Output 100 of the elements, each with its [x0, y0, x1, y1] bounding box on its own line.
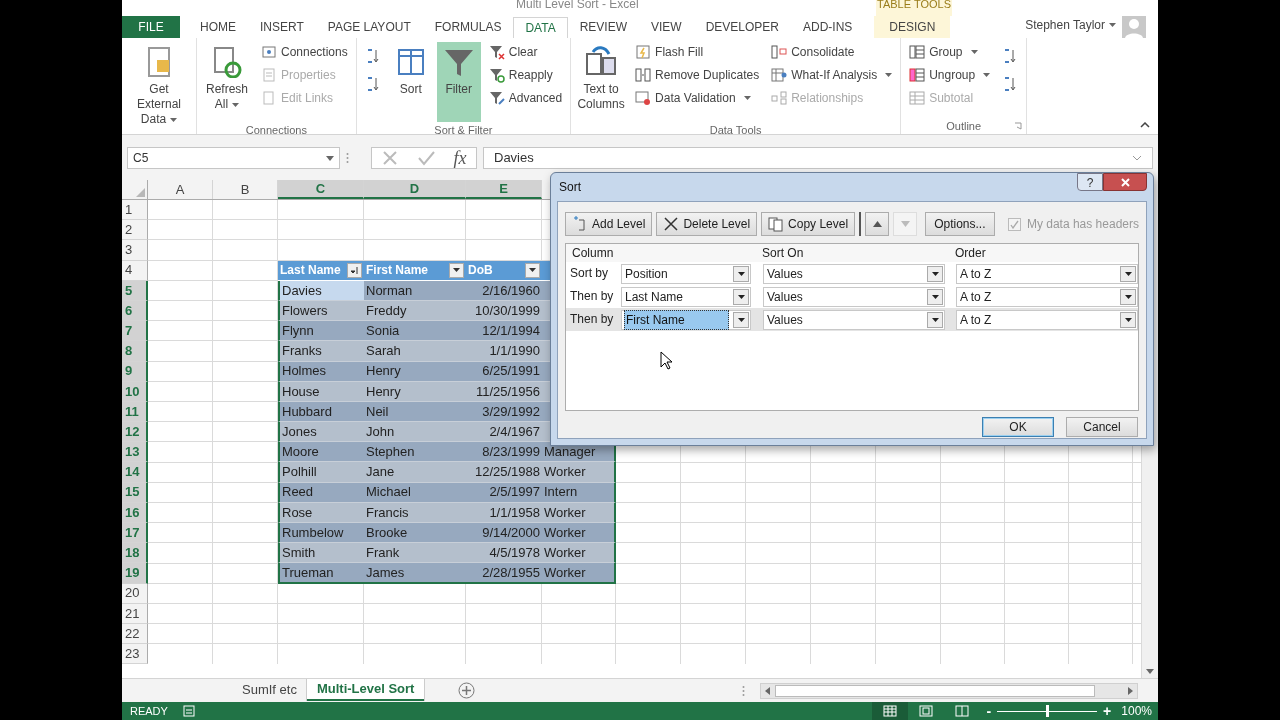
expand-icon[interactable]	[1132, 155, 1142, 161]
sheet-tab[interactable]: Multi-Level Sort	[306, 678, 425, 701]
toolbar-button[interactable]: Copy Level	[761, 212, 856, 236]
row-header[interactable]: 16	[122, 502, 148, 523]
ribbon-button[interactable]: Remove Duplicates	[631, 65, 764, 85]
ribbon-button[interactable]: Ungroup	[905, 65, 995, 85]
row-header[interactable]: 1	[122, 200, 148, 221]
zoom-slider[interactable]	[997, 705, 1098, 717]
macro-recording-icon[interactable]	[182, 705, 195, 717]
row-header[interactable]: 12	[122, 422, 148, 443]
row-header[interactable]: 5	[122, 280, 148, 301]
row-header[interactable]: 11	[122, 401, 148, 423]
dropdown[interactable]: Values	[763, 264, 945, 284]
dialog-launcher-icon[interactable]	[1014, 122, 1023, 130]
row-header[interactable]: 13	[122, 442, 148, 463]
formula-input[interactable]: Davies	[483, 147, 1153, 169]
filter-button[interactable]	[525, 262, 540, 278]
dropdown[interactable]: Position	[621, 264, 751, 284]
ribbon-button[interactable]: Consolidate	[767, 42, 897, 62]
ribbon-tab[interactable]: DESIGN	[874, 16, 951, 38]
ribbon-button[interactable]: Connections	[257, 42, 352, 62]
row-header[interactable]: 4	[122, 260, 148, 281]
move-up-button[interactable]	[865, 212, 890, 236]
row-header[interactable]: 22	[122, 623, 148, 645]
ribbon-button[interactable]: Data Validation	[631, 88, 764, 108]
sort-level-row[interactable]: Then by First Name Values A to Z	[566, 308, 1138, 331]
ribbon-button[interactable]: Group	[905, 42, 995, 62]
ribbon-button[interactable]: Clear	[484, 42, 567, 62]
row-header[interactable]: 15	[122, 482, 148, 503]
row-header[interactable]: 3	[122, 240, 148, 261]
ribbon-button[interactable]: Advanced	[484, 88, 567, 108]
zoom-level[interactable]: 100%	[1121, 702, 1152, 720]
add-sheet-icon[interactable]	[458, 682, 476, 699]
row-header[interactable]: 6	[122, 300, 148, 322]
ribbon-tab[interactable]: ADD-INS	[791, 16, 865, 38]
ribbon-tab[interactable]: HOME	[188, 16, 248, 38]
dropdown[interactable]: Last Name	[621, 287, 751, 307]
row-header[interactable]: 21	[122, 603, 148, 624]
slider-thumb[interactable]	[1045, 705, 1049, 717]
sort-filter-button[interactable]	[347, 262, 362, 278]
user-name[interactable]: Stephen Taylor	[1025, 16, 1116, 34]
row-header[interactable]: 18	[122, 543, 148, 564]
ribbon-tab[interactable]: FILE	[122, 16, 180, 38]
dropdown[interactable]: A to Z	[956, 287, 1138, 307]
ribbon-tab[interactable]: VIEW	[639, 16, 694, 38]
zoom-in-button[interactable]: +	[1103, 700, 1112, 720]
ribbon-tab[interactable]: PAGE LAYOUT	[315, 16, 423, 38]
row-header[interactable]: 9	[122, 361, 148, 382]
cancel-button[interactable]: Cancel	[1066, 417, 1138, 437]
check-icon[interactable]	[416, 150, 435, 166]
ribbon-button[interactable]: What-If Analysis	[767, 65, 897, 85]
column-header[interactable]: A	[148, 180, 213, 199]
horizontal-scrollbar[interactable]	[760, 682, 1138, 699]
scroll-down-icon[interactable]	[1146, 669, 1154, 674]
collapse-ribbon-icon[interactable]	[1140, 122, 1150, 128]
row-header[interactable]: 20	[122, 583, 148, 604]
column-header[interactable]: C	[278, 180, 364, 199]
options-button[interactable]: Options...	[925, 212, 995, 236]
table-cell: Henry	[364, 381, 466, 402]
ribbon-button[interactable]: Text to Columns	[575, 42, 628, 122]
sort-level-row[interactable]: Then by Last Name Values A to Z	[566, 285, 1138, 308]
dropdown[interactable]: Values	[763, 310, 945, 330]
row-header[interactable]: 23	[122, 644, 148, 665]
help-button[interactable]: ?	[1077, 173, 1103, 191]
filter-button[interactable]	[449, 262, 464, 278]
row-header[interactable]: 10	[122, 381, 148, 402]
zoom-out-button[interactable]: -	[986, 700, 992, 720]
ribbon-button[interactable]: Sort	[388, 42, 433, 122]
toolbar-button[interactable]: Delete Level	[656, 212, 758, 236]
sheet-tab[interactable]: SumIf etc	[232, 678, 307, 701]
ribbon-tab[interactable]: DEVELOPER	[693, 16, 791, 38]
sort-level-row[interactable]: Sort by Position Values A to Z	[566, 262, 1138, 285]
ribbon-button[interactable]: Refresh All	[201, 42, 253, 122]
dropdown[interactable]: A to Z	[956, 310, 1138, 330]
ribbon-button[interactable]: Flash Fill	[631, 42, 764, 62]
row-header[interactable]: 8	[122, 341, 148, 362]
row-header[interactable]: 19	[122, 563, 148, 584]
close-button[interactable]	[1103, 173, 1147, 191]
ribbon-tab[interactable]: INSERT	[248, 16, 316, 38]
dropdown[interactable]: Values	[763, 287, 945, 307]
ribbon-button[interactable]: Reapply	[484, 65, 567, 85]
column-header[interactable]: D	[364, 180, 466, 199]
ribbon-button[interactable]: Filter	[436, 42, 481, 122]
row-header[interactable]: 14	[122, 462, 148, 483]
dropdown[interactable]: First Name	[621, 310, 751, 330]
toolbar-button[interactable]: Add Level	[565, 212, 653, 236]
row-header[interactable]: 7	[122, 321, 148, 342]
row-header[interactable]: 2	[122, 220, 148, 241]
insert-function-button[interactable]: fx	[453, 144, 467, 172]
ribbon-tab[interactable]: FORMULAS	[422, 16, 514, 38]
ribbon-tab[interactable]: REVIEW	[567, 16, 639, 38]
dropdown[interactable]: A to Z	[956, 264, 1138, 284]
ok-button[interactable]: OK	[982, 417, 1054, 437]
normal-view-button[interactable]	[872, 702, 909, 720]
ribbon-button[interactable]: Get External Data	[126, 42, 192, 122]
row-header[interactable]: 17	[122, 523, 148, 544]
table-cell: Worker	[542, 563, 616, 584]
ribbon-tab[interactable]: DATA	[513, 17, 568, 39]
name-box[interactable]: C5	[127, 147, 340, 169]
column-header[interactable]: E	[466, 180, 542, 199]
